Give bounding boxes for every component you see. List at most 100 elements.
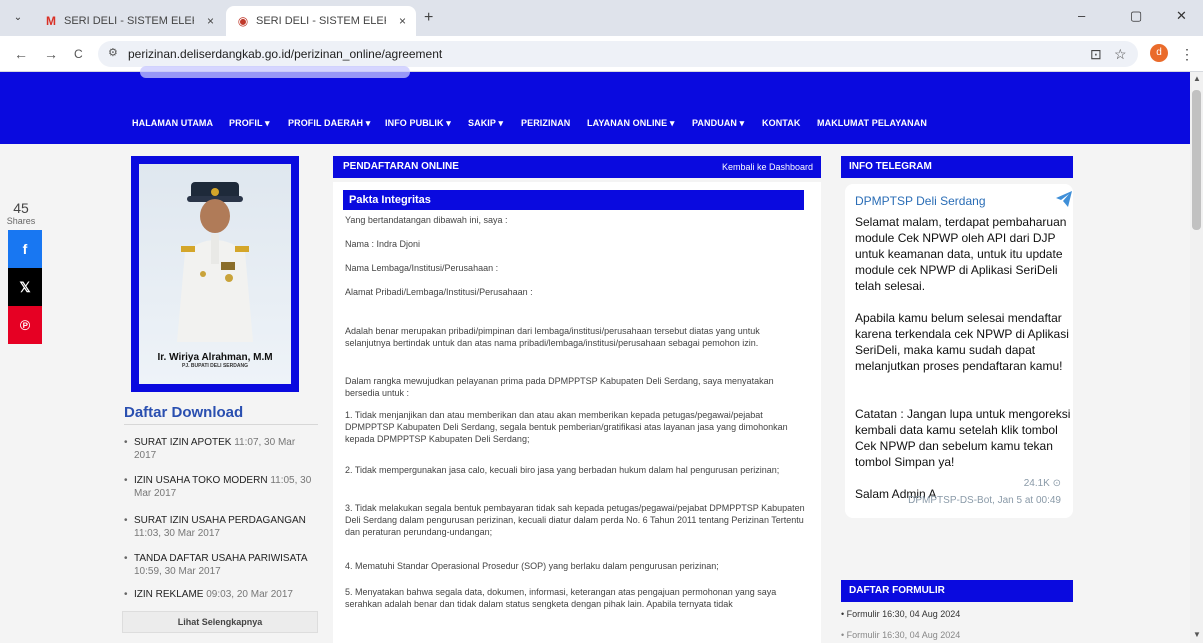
close-tab-icon[interactable]: × [399,6,406,36]
download-item[interactable]: IZIN USAHA TOKO MODERN 11:05, 30 Mar 201… [124,474,318,500]
tab-seri-deli-2[interactable]: ◉ SERI DELI - SISTEM ELEKTRONI × [226,6,416,36]
gmail-icon: M [46,14,56,28]
bookmark-star-icon[interactable]: ☆ [1114,46,1127,63]
formulir-header: DAFTAR FORMULIR [841,580,1073,602]
maximize-button[interactable]: ▢ [1130,8,1142,24]
formulir-item-label[interactable]: Formulir 16:30, 04 Aug 2024 [847,609,961,619]
new-tab-button[interactable]: + [424,9,433,27]
tab-title: SERI DELI - SISTEM ELEKTRONI [256,15,386,27]
back-button[interactable]: ← [14,46,28,62]
menu-maklumat-pelayanan[interactable]: MAKLUMAT PELAYANAN [817,118,927,128]
registration-header: PENDAFTARAN ONLINE Kembali ke Dashboard [333,156,821,178]
pinterest-share-button[interactable]: ℗ [8,306,42,344]
page-scrollbar[interactable]: ▲ ▼ [1190,72,1203,643]
see-more-button[interactable]: Lihat Selengkapnya [122,611,318,633]
download-list-title: Daftar Download [124,404,244,421]
install-app-icon[interactable]: ⊡ [1090,46,1102,63]
menu-layanan-online[interactable]: LAYANAN ONLINE ▾ [587,118,674,129]
download-item-name[interactable]: SURAT IZIN USAHA PERDAGANGAN [134,515,306,526]
paragraph: Yang bertandatangan dibawah ini, saya : [345,215,508,225]
pinterest-icon: ℗ [19,317,31,333]
browser-menu-icon[interactable]: ⋮ [1180,46,1194,63]
official-name: Ir. Wiriya Alrahman, M.M [157,352,273,363]
download-item-name[interactable]: TANDA DAFTAR USAHA PARIWISATA [134,553,307,564]
telegram-widget: DPMPTSP Deli Serdang Selamat malam, terd… [845,184,1073,518]
registration-panel: PENDAFTARAN ONLINE Kembali ke Dashboard … [333,156,821,643]
facebook-icon: f [22,241,28,257]
x-share-button[interactable]: 𝕏 [8,268,42,306]
menu-sakip[interactable]: SAKIP ▾ [468,118,503,129]
site-favicon-icon: ◉ [237,14,249,28]
site-info-icon[interactable]: ⚙ [108,46,118,59]
institution-name: Nama Lembaga/Institusi/Perusahaan : [345,263,499,273]
menu-kontak[interactable]: KONTAK [762,118,800,128]
scroll-down-icon[interactable]: ▼ [1193,630,1201,639]
close-window-button[interactable]: ✕ [1176,8,1187,24]
formulir-item[interactable]: • Formulir 16:30, 04 Aug 2024 [841,630,1073,640]
x-icon: 𝕏 [19,279,31,295]
telegram-icon[interactable] [1055,190,1073,208]
site-header: HALAMAN UTAMA PROFIL ▾ PROFIL DAERAH ▾ I… [0,66,1190,144]
paragraph: 3. Tidak melakukan segala bentuk pembaya… [345,503,805,537]
download-item[interactable]: SURAT IZIN USAHA PERDAGANGAN 11:03, 30 M… [124,514,318,540]
browser-window: ⌄ M SERI DELI - SISTEM ELEKTRONI × ◉ SER… [0,0,1203,643]
download-item-date: 11:03, 30 Mar 2017 [134,528,220,539]
share-count: 45 Shares [0,200,42,226]
formulir-item-label[interactable]: Formulir 16:30, 04 Aug 2024 [847,630,961,640]
formulir-item[interactable]: • Formulir 16:30, 04 Aug 2024 [841,609,1073,619]
official-portrait-icon [177,182,253,342]
download-item[interactable]: IZIN REKLAME 09:03, 20 Mar 2017 [124,588,318,601]
tab-seri-deli-1[interactable]: M SERI DELI - SISTEM ELEKTRONI × [34,6,224,36]
menu-panduan[interactable]: PANDUAN ▾ [692,118,744,129]
profile-avatar[interactable]: d [1150,44,1168,62]
scrollbar-thumb[interactable] [1192,90,1201,230]
telegram-message-paragraph: Selamat malam, terdapat pembaharuan modu… [855,215,1067,293]
download-item-date: 10:59, 30 Mar 2017 [134,566,221,577]
institution-address: Alamat Pribadi/Lembaga/Institusi/Perusah… [345,287,533,297]
forward-button[interactable]: → [44,46,58,62]
share-count-label: Shares [6,216,36,226]
telegram-header: INFO TELEGRAM [841,156,1073,178]
minimize-button[interactable]: – [1078,8,1085,23]
telegram-views: 24.1K ⊙ [1023,478,1061,489]
applicant-name: Nama : Indra Djoni [345,239,421,249]
registration-title: PENDAFTARAN ONLINE [343,161,459,172]
tab-search-icon[interactable]: ⌄ [8,10,28,26]
download-item[interactable]: TANDA DAFTAR USAHA PARIWISATA 10:59, 30 … [124,552,318,578]
download-item[interactable]: SURAT IZIN APOTEK 11:07, 30 Mar 2017 [124,436,318,462]
address-bar[interactable]: ⚙ perizinan.deliserdangkab.go.id/perizin… [98,41,1138,67]
telegram-meta: DPMPTSP-DS-Bot, Jan 5 at 00:49 [908,495,1061,506]
share-count-number: 45 [13,200,29,216]
menu-profil-daerah[interactable]: PROFIL DAERAH ▾ [288,118,370,129]
download-item-name[interactable]: IZIN USAHA TOKO MODERN [134,475,268,486]
photo-caption: Ir. Wiriya Alrahman, M.M PJ. BUPATI DELI… [139,352,291,369]
paragraph: 5. Menyatakan bahwa segala data, dokumen… [345,587,777,609]
telegram-message-paragraph: Apabila kamu belum selesai mendaftar kar… [855,311,1069,373]
paragraph: 1. Tidak menjanjikan dan atau memberikan… [345,410,788,444]
page-content: HALAMAN UTAMA PROFIL ▾ PROFIL DAERAH ▾ I… [0,66,1190,643]
paragraph: 2. Tidak mempergunakan jasa calo, kecual… [345,465,780,475]
url-text[interactable]: perizinan.deliserdangkab.go.id/perizinan… [128,47,442,61]
tab-strip: ⌄ M SERI DELI - SISTEM ELEKTRONI × ◉ SER… [0,0,1203,36]
facebook-share-button[interactable]: f [8,230,42,268]
menu-info-publik[interactable]: INFO PUBLIK ▾ [385,118,451,129]
scroll-up-icon[interactable]: ▲ [1193,74,1201,83]
site-logo[interactable] [140,66,410,78]
agreement-content: Pakta Integritas Yang bertandatangan dib… [333,182,821,643]
menu-halaman-utama[interactable]: HALAMAN UTAMA [132,118,213,128]
tab-title: SERI DELI - SISTEM ELEKTRONI [64,15,194,27]
divider [124,424,318,425]
official-title: PJ. BUPATI DELI SERDANG [182,363,248,369]
telegram-channel-name[interactable]: DPMPTSP Deli Serdang [855,194,986,208]
menu-profil[interactable]: PROFIL ▾ [229,118,270,129]
paragraph: Dalam rangka mewujudkan pelayanan prima … [345,376,774,398]
back-to-dashboard-link[interactable]: Kembali ke Dashboard [722,162,813,172]
download-item-name[interactable]: IZIN REKLAME [134,589,203,600]
menu-perizinan[interactable]: PERIZINAN [521,118,570,128]
reload-button[interactable]: C [74,47,83,61]
official-photo-frame: Ir. Wiriya Alrahman, M.M PJ. BUPATI DELI… [131,156,299,392]
pakta-integritas-heading: Pakta Integritas [343,190,804,210]
close-tab-icon[interactable]: × [207,6,214,36]
telegram-message-paragraph: Catatan : Jangan lupa untuk mengoreksi k… [855,407,1071,469]
download-item-name[interactable]: SURAT IZIN APOTEK [134,437,231,448]
